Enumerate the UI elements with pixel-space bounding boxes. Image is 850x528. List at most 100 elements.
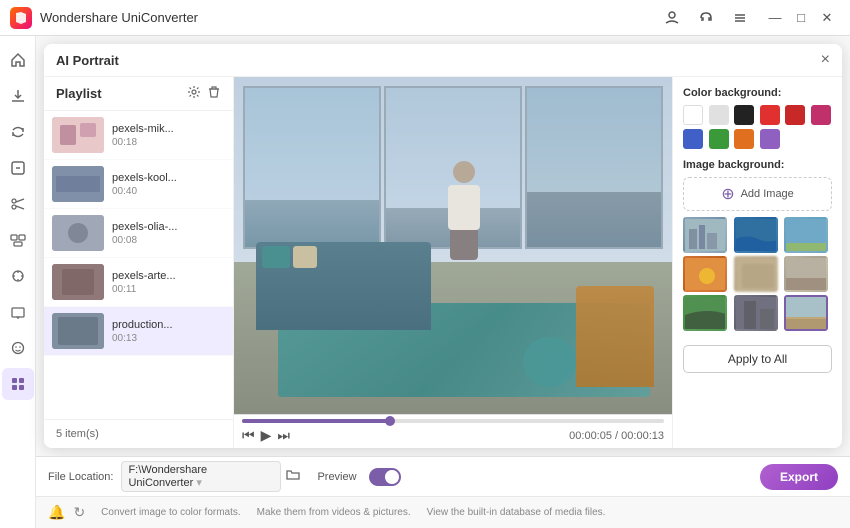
sidebar-item-download[interactable] — [2, 80, 34, 112]
dialog-close-button[interactable]: × — [821, 52, 830, 68]
minimize-button[interactable]: — — [762, 5, 788, 31]
step-forward-button[interactable]: ⏭ — [277, 427, 290, 444]
item-duration: 00:40 — [112, 186, 177, 197]
time-display: 00:00:05 / 00:00:13 — [569, 430, 664, 442]
right-panel: Color background: — [672, 77, 842, 448]
playlist-items: pexels-mik... 00:18 pexels-kool... 0 — [44, 111, 233, 419]
folder-button[interactable] — [285, 467, 301, 486]
thumbnail — [52, 166, 104, 202]
color-section-title: Color background: — [683, 87, 832, 99]
file-location-label: File Location: — [48, 471, 113, 483]
sidebar-item-scissors[interactable] — [2, 188, 34, 220]
app-logo — [10, 7, 32, 29]
sidebar-item-grid[interactable] — [2, 368, 34, 400]
progress-bar[interactable] — [242, 419, 664, 423]
image-thumb[interactable] — [734, 217, 778, 253]
item-name: pexels-olia-... — [112, 221, 177, 233]
apply-to-all-button[interactable]: Apply to All — [683, 345, 832, 373]
sidebar-item-tv[interactable] — [2, 296, 34, 328]
step-back-button[interactable]: ⏮ — [242, 427, 255, 444]
color-green[interactable] — [709, 129, 729, 149]
list-item[interactable]: pexels-kool... 00:40 — [44, 160, 233, 209]
image-thumb[interactable] — [784, 256, 828, 292]
main-layout: AI Portrait × Playlist — [0, 36, 850, 528]
sidebar-item-compress[interactable] — [2, 152, 34, 184]
color-white[interactable] — [683, 105, 703, 125]
image-thumb[interactable] — [734, 256, 778, 292]
image-thumb[interactable] — [784, 217, 828, 253]
file-location-input[interactable]: F:\Wondershare UniConverter ▾ — [121, 461, 281, 492]
item-duration: 00:18 — [112, 137, 174, 148]
color-black[interactable] — [734, 105, 754, 125]
color-darkred[interactable] — [785, 105, 805, 125]
list-item[interactable]: pexels-arte... 00:11 — [44, 258, 233, 307]
item-name: pexels-arte... — [112, 270, 176, 282]
maximize-button[interactable]: □ — [788, 5, 814, 31]
export-button[interactable]: Export — [760, 464, 838, 490]
image-section: Image background: ⊕ Add Image — [683, 159, 832, 331]
playlist-delete-button[interactable] — [207, 85, 221, 102]
profile-icon[interactable] — [658, 4, 686, 32]
ai-portrait-dialog: AI Portrait × Playlist — [44, 44, 842, 448]
sidebar-item-merge[interactable] — [2, 224, 34, 256]
dialog-body: Playlist — [44, 77, 842, 448]
list-item[interactable]: pexels-mik... 00:18 — [44, 111, 233, 160]
content-area: AI Portrait × Playlist — [36, 36, 850, 528]
item-name: production... — [112, 319, 173, 331]
color-red[interactable] — [760, 105, 780, 125]
thumbnail — [52, 215, 104, 251]
title-bar: Wondershare UniConverter — □ ✕ — [0, 0, 850, 36]
preview-label: Preview — [317, 471, 356, 483]
bell-icon[interactable]: 🔔 — [48, 504, 65, 521]
dialog-title: AI Portrait — [56, 53, 119, 68]
sidebar-item-effects[interactable] — [2, 260, 34, 292]
color-orange[interactable] — [734, 129, 754, 149]
color-blue[interactable] — [683, 129, 703, 149]
item-duration: 00:11 — [112, 284, 176, 295]
image-thumb[interactable] — [784, 295, 828, 331]
color-lightgray[interactable] — [709, 105, 729, 125]
add-image-plus-icon: ⊕ — [721, 184, 734, 204]
sidebar-item-face[interactable] — [2, 332, 34, 364]
dialog-header: AI Portrait × — [44, 44, 842, 77]
bottom-bar: File Location: F:\Wondershare UniConvert… — [36, 456, 850, 496]
refresh-icon[interactable]: ↻ — [73, 504, 85, 521]
list-item[interactable]: production... 00:13 — [44, 307, 233, 356]
item-duration: 00:08 — [112, 235, 177, 246]
image-thumb[interactable] — [734, 295, 778, 331]
color-section: Color background: — [683, 87, 832, 149]
color-purple[interactable] — [760, 129, 780, 149]
toggle-thumb — [385, 470, 399, 484]
info-item-3: View the built-in database of media file… — [427, 507, 606, 518]
playlist-panel: Playlist — [44, 77, 234, 448]
app-title: Wondershare UniConverter — [40, 10, 658, 25]
image-thumb[interactable] — [683, 295, 727, 331]
image-thumb[interactable] — [683, 256, 727, 292]
item-count: 5 item(s) — [56, 428, 99, 440]
thumbnail — [52, 117, 104, 153]
thumbnail — [52, 313, 104, 349]
play-button[interactable]: ▶ — [261, 427, 272, 444]
sidebar-item-home[interactable] — [2, 44, 34, 76]
playlist-header: Playlist — [44, 77, 233, 111]
item-name: pexels-mik... — [112, 123, 174, 135]
color-grid — [683, 105, 832, 149]
headset-icon[interactable] — [692, 4, 720, 32]
color-magenta[interactable] — [811, 105, 831, 125]
playlist-settings-button[interactable] — [187, 85, 201, 102]
sidebar-item-convert[interactable] — [2, 116, 34, 148]
preview-toggle[interactable] — [369, 468, 401, 486]
playlist-title: Playlist — [56, 86, 102, 101]
hamburger-icon[interactable] — [726, 4, 754, 32]
playlist-footer: 5 item(s) — [44, 419, 233, 448]
progress-thumb — [385, 416, 395, 426]
item-name: pexels-kool... — [112, 172, 177, 184]
list-item[interactable]: pexels-olia-... 00:08 — [44, 209, 233, 258]
window-controls: — □ ✕ — [762, 5, 840, 31]
image-thumb[interactable] — [683, 217, 727, 253]
info-item-2: Make them from videos & pictures. — [257, 507, 411, 518]
close-button[interactable]: ✕ — [814, 5, 840, 31]
add-image-button[interactable]: ⊕ Add Image — [683, 177, 832, 211]
info-item-1: Convert image to color formats. — [101, 507, 241, 518]
thumbnail — [52, 264, 104, 300]
